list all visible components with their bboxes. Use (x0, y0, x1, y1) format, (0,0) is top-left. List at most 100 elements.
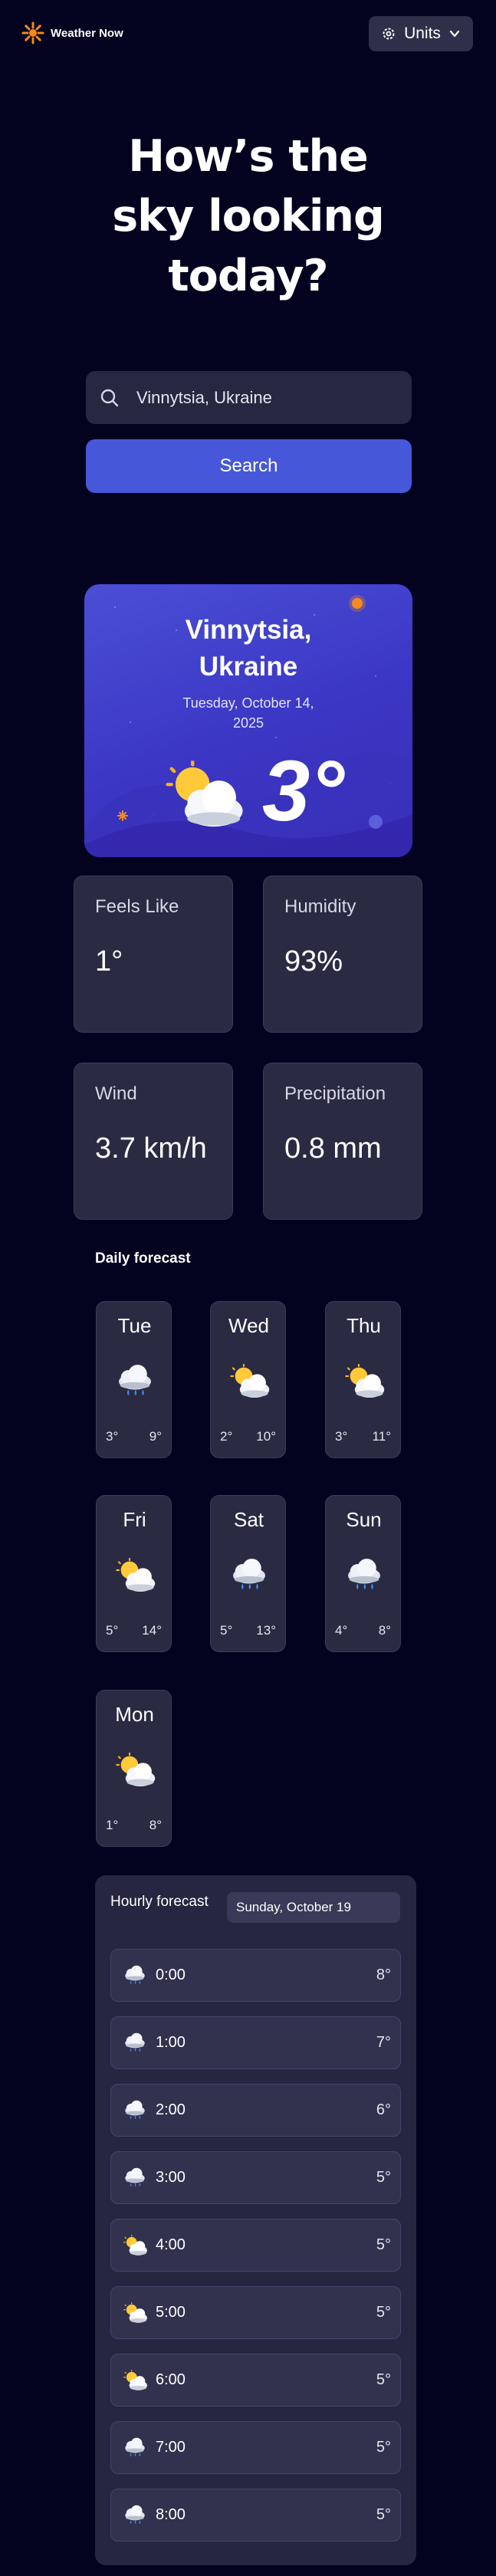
partly-cloudy-icon (122, 2235, 148, 2256)
hero-line: How’s the (128, 131, 368, 182)
day-name: Fri (123, 1508, 146, 1531)
hour-temp: 7° (376, 2034, 391, 2051)
day-name: Sun (346, 1508, 382, 1531)
partly-cloudy-icon (122, 2302, 148, 2324)
rain-cloud-icon (122, 2100, 148, 2121)
current-date: Tuesday, October 14, 2025 (84, 693, 412, 733)
search-value: Vinnytsia, Ukraine (136, 387, 272, 407)
stat-value: 3.7 km/h (95, 1132, 207, 1165)
rain-cloud-icon (122, 2032, 148, 2054)
stat-label: Precipitation (284, 1083, 386, 1104)
hour-time: 7:00 (156, 2439, 186, 2456)
day-high-temp: 13° (256, 1623, 276, 1638)
units-label: Units (404, 25, 441, 42)
stat-value: 1° (95, 945, 123, 978)
partly-cloudy-icon (113, 1752, 156, 1789)
units-button[interactable]: Units (369, 16, 473, 51)
partly-cloudy-icon (228, 1363, 271, 1400)
search-input[interactable]: Vinnytsia, Ukraine (86, 371, 412, 424)
rain-cloud-icon (228, 1557, 271, 1594)
hour-temp: 5° (376, 2371, 391, 2388)
day-low-temp: 1° (106, 1818, 119, 1832)
stat-value: 93% (284, 945, 343, 978)
city-line: Ukraine (199, 652, 298, 682)
hour-time: 5:00 (156, 2304, 186, 2321)
hour-time: 0:00 (156, 1967, 186, 1983)
day-low-temp: 4° (335, 1623, 348, 1638)
hour-time: 4:00 (156, 2236, 186, 2253)
daily-card[interactable]: Sat 5° 13° (210, 1495, 286, 1652)
hourly-row: 4:00 5° (110, 2219, 401, 2272)
hero-line: sky looking (112, 191, 385, 242)
current-temperature: 3° (262, 743, 345, 839)
search-icon (100, 389, 119, 406)
day-name: Sat (233, 1508, 264, 1531)
stat-humidity: Humidity 93% (263, 876, 422, 1033)
hero-line: today? (168, 251, 328, 301)
rain-cloud-icon (113, 1363, 156, 1400)
hero-heading: How’s the sky looking today? (0, 127, 496, 306)
partly-cloudy-icon (122, 2370, 148, 2391)
stat-wind: Wind 3.7 km/h (74, 1063, 233, 1220)
hour-time: 8:00 (156, 2506, 186, 2523)
rain-cloud-icon (122, 1965, 148, 1986)
day-selector[interactable]: Sunday, October 19 (227, 1892, 400, 1923)
partly-cloudy-icon (343, 1363, 386, 1400)
stat-label: Feels Like (95, 896, 179, 917)
stat-precipitation: Precipitation 0.8 mm (263, 1063, 422, 1220)
current-weather-card: Vinnytsia, Ukraine Tuesday, October 14, … (84, 584, 412, 857)
stat-label: Humidity (284, 896, 356, 917)
hourly-row: 0:00 8° (110, 1949, 401, 2002)
day-high-temp: 11° (372, 1429, 391, 1444)
day-high-temp: 8° (378, 1623, 391, 1638)
date-line: 2025 (232, 715, 264, 731)
day-low-temp: 3° (335, 1429, 348, 1444)
hour-temp: 5° (376, 2169, 391, 2186)
hour-time: 1:00 (156, 2034, 186, 2051)
daily-card[interactable]: Tue 3° 9° (96, 1301, 172, 1458)
rain-cloud-icon (343, 1557, 386, 1594)
selected-day: Sunday, October 19 (236, 1900, 351, 1914)
daily-forecast-title: Daily forecast (95, 1250, 191, 1267)
search-button-label: Search (219, 455, 278, 476)
city-line: Vinnytsia, (185, 615, 312, 645)
search-button[interactable]: Search (86, 439, 412, 493)
day-name: Wed (228, 1314, 269, 1337)
hourly-row: 2:00 6° (110, 2084, 401, 2137)
rain-cloud-icon (122, 2505, 148, 2526)
hourly-row: 6:00 5° (110, 2354, 401, 2407)
hourly-row: 3:00 5° (110, 2151, 401, 2204)
stat-value: 0.8 mm (284, 1132, 382, 1165)
hourly-row: 8:00 5° (110, 2489, 401, 2542)
hour-temp: 5° (376, 2506, 391, 2523)
date-line: Tuesday, October 14, (182, 695, 314, 711)
hourly-row: 7:00 5° (110, 2421, 401, 2474)
hour-temp: 5° (376, 2304, 391, 2321)
hourly-forecast-panel: Hourly forecast Sunday, October 19 0:00 … (95, 1875, 416, 2565)
daily-card[interactable]: Fri 5° 14° (96, 1495, 172, 1652)
stat-label: Wind (95, 1083, 137, 1104)
app-logo[interactable]: Weather Now (21, 21, 123, 44)
daily-card[interactable]: Thu 3° 11° (325, 1301, 401, 1458)
day-high-temp: 8° (149, 1818, 162, 1832)
daily-card[interactable]: Sun 4° 8° (325, 1495, 401, 1652)
day-low-temp: 3° (106, 1429, 119, 1444)
day-name: Tue (117, 1314, 152, 1337)
chevron-down-icon (449, 30, 460, 38)
day-high-temp: 9° (149, 1429, 162, 1444)
daily-card[interactable]: Mon 1° 8° (96, 1690, 172, 1847)
rain-cloud-icon (122, 2167, 148, 2189)
daily-card[interactable]: Wed 2° 10° (210, 1301, 286, 1458)
hour-temp: 5° (376, 2236, 391, 2253)
day-high-temp: 14° (142, 1623, 162, 1638)
hour-time: 3:00 (156, 2169, 186, 2186)
gear-icon (383, 28, 395, 40)
day-name: Mon (115, 1703, 154, 1726)
hour-time: 6:00 (156, 2371, 186, 2388)
hourly-row: 1:00 7° (110, 2016, 401, 2069)
app-name: Weather Now (51, 26, 123, 40)
day-low-temp: 5° (106, 1623, 119, 1638)
day-low-temp: 2° (220, 1429, 233, 1444)
current-city: Vinnytsia, Ukraine (84, 612, 412, 685)
day-high-temp: 10° (256, 1429, 276, 1444)
